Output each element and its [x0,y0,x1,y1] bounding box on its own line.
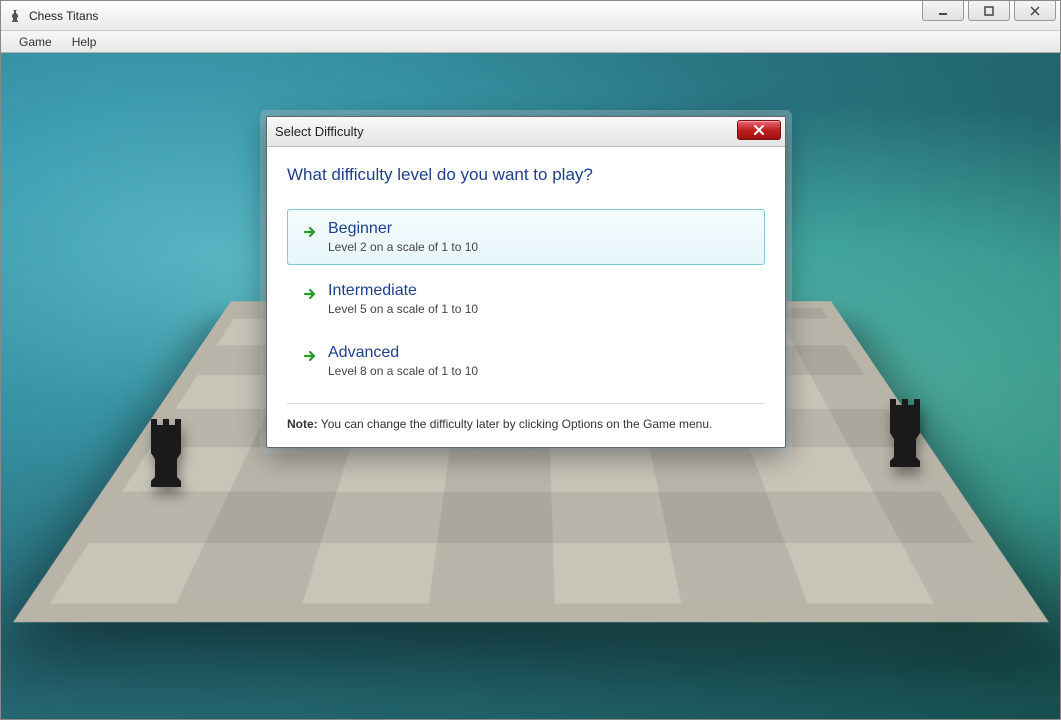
option-title: Beginner [328,220,750,238]
note-text: You can change the difficulty later by c… [318,417,713,431]
titlebar[interactable]: Chess Titans [1,1,1060,31]
window-controls [922,1,1060,21]
minimize-button[interactable] [922,1,964,21]
arrow-right-icon [302,224,318,240]
difficulty-option-advanced[interactable]: Advanced Level 8 on a scale of 1 to 10 [287,333,765,389]
menu-help[interactable]: Help [62,33,107,51]
chess-piece-rook-left [141,399,191,489]
difficulty-dialog: Select Difficulty What difficulty level … [266,116,786,448]
arrow-right-icon [302,348,318,364]
window-title: Chess Titans [29,9,98,23]
maximize-button[interactable] [968,1,1010,21]
menu-game[interactable]: Game [9,33,62,51]
difficulty-option-beginner[interactable]: Beginner Level 2 on a scale of 1 to 10 [287,209,765,265]
app-window: Chess Titans Game Help Select [0,0,1061,720]
dialog-close-button[interactable] [737,120,781,140]
app-icon [7,8,23,24]
option-title: Advanced [328,344,750,362]
difficulty-option-intermediate[interactable]: Intermediate Level 5 on a scale of 1 to … [287,271,765,327]
dialog-body: What difficulty level do you want to pla… [267,147,785,447]
option-subtitle: Level 2 on a scale of 1 to 10 [328,240,750,254]
dialog-title: Select Difficulty [275,124,364,139]
note-label: Note: [287,417,318,431]
menubar: Game Help [1,31,1060,53]
option-title: Intermediate [328,282,750,300]
dialog-note: Note: You can change the difficulty late… [287,403,765,447]
close-button[interactable] [1014,1,1056,21]
dialog-heading: What difficulty level do you want to pla… [287,165,765,185]
arrow-right-icon [302,286,318,302]
option-subtitle: Level 8 on a scale of 1 to 10 [328,364,750,378]
game-viewport: Select Difficulty What difficulty level … [1,53,1060,719]
chess-piece-rook-right [880,379,930,469]
option-subtitle: Level 5 on a scale of 1 to 10 [328,302,750,316]
dialog-titlebar[interactable]: Select Difficulty [267,117,785,147]
